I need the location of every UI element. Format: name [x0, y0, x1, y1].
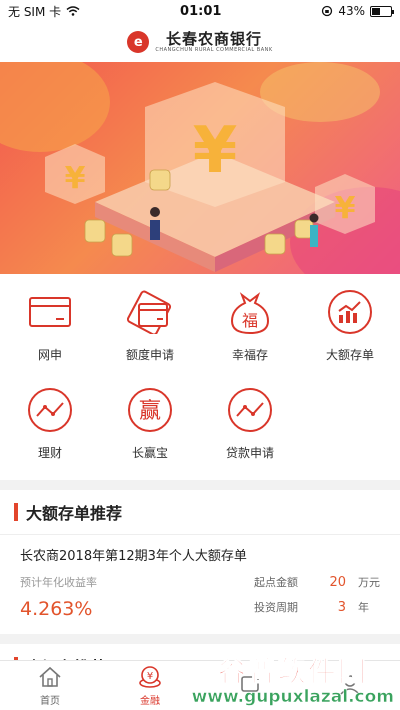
- period-value: 3: [337, 600, 346, 615]
- tab-1[interactable]: 首页: [0, 661, 100, 710]
- rate-label: 预计年化收益率: [20, 576, 97, 589]
- win-coin-icon: 赢: [126, 386, 174, 434]
- min-amount-unit: 万元: [358, 576, 380, 589]
- menu-item-2[interactable]: 额度申请: [100, 282, 200, 368]
- credit-card-icon: [126, 288, 174, 336]
- product-card[interactable]: 长农商2018年第12期3年个人大额存单 预计年化收益率 4.263% 起点金额…: [0, 535, 400, 634]
- clock: 01:01: [180, 3, 222, 19]
- min-amount-label: 起点金额: [254, 576, 298, 589]
- menu-grid: 网申 额度申请福幸福存 大额存单 理财赢长赢宝 贷款申请: [0, 282, 400, 466]
- menu-item-4[interactable]: 大额存单: [300, 282, 400, 368]
- trend-line-icon: [226, 386, 274, 434]
- menu-item-1[interactable]: 网申: [0, 282, 100, 368]
- svg-text:¥: ¥: [335, 191, 356, 226]
- svg-text:福: 福: [242, 311, 258, 330]
- menu-item-label: 额度申请: [125, 347, 174, 362]
- card-frame-icon: [26, 288, 74, 336]
- menu-item-label: 长赢宝: [131, 445, 168, 460]
- tab-2[interactable]: ¥ 金融: [100, 661, 200, 710]
- menu-item-label: 幸福存: [231, 347, 268, 362]
- bank-name: 长春农商银行: [165, 30, 262, 48]
- menu-item-label: 理财: [37, 445, 62, 460]
- promo-banner[interactable]: ¥ ¥ ¥: [0, 62, 400, 274]
- status-bar: 无 SIM 卡 01:01 43%: [0, 0, 400, 22]
- chart-up-icon: [326, 288, 374, 336]
- svg-text:¥: ¥: [65, 161, 86, 196]
- period-label: 投资周期: [254, 601, 298, 614]
- site-watermark: 谷普软件园 www.gupuxlazal.com: [191, 655, 394, 708]
- min-amount-value: 20: [329, 575, 346, 590]
- watermark-title: 谷普软件园: [217, 655, 368, 688]
- watermark-url: www.gupuxlazal.com: [191, 687, 394, 708]
- section-title: 大额存单推荐: [26, 504, 123, 523]
- svg-text:¥: ¥: [193, 114, 238, 188]
- app-header: e 长春农商银行 CHANGCHUN RURAL COMMERCIAL BANK: [0, 22, 400, 62]
- orientation-lock-icon: [322, 5, 333, 17]
- wifi-icon: [66, 6, 80, 16]
- tab-label: 金融: [140, 695, 160, 707]
- menu-item-5[interactable]: 理财: [0, 380, 100, 466]
- large-deposit-section: 大额存单推荐 长农商2018年第12期3年个人大额存单 预计年化收益率 4.26…: [0, 490, 400, 634]
- menu-item-label: 贷款申请: [225, 445, 274, 460]
- menu-item-3[interactable]: 福幸福存: [200, 282, 300, 368]
- tab-label: 首页: [40, 695, 60, 707]
- section-accent-bar: [14, 503, 18, 521]
- battery-level: [371, 7, 380, 15]
- battery-percent: 43%: [338, 4, 365, 18]
- menu-item-label: 网申: [37, 347, 62, 362]
- menu-grid-card: 网申 额度申请福幸福存 大额存单 理财赢长赢宝 贷款申请: [0, 274, 400, 480]
- carrier-label: 无 SIM 卡: [8, 4, 62, 19]
- rate-value: 4.263%: [20, 598, 93, 620]
- bank-name-en: CHANGCHUN RURAL COMMERCIAL BANK: [155, 47, 273, 53]
- home-icon: [37, 665, 63, 689]
- menu-item-6[interactable]: 赢长赢宝: [100, 380, 200, 466]
- fortune-bag-icon: 福: [226, 288, 274, 336]
- banner-illustration: ¥ ¥ ¥: [0, 62, 400, 274]
- period-unit: 年: [358, 601, 369, 614]
- trend-line-icon: [26, 386, 74, 434]
- yuan-coin-icon: ¥: [137, 665, 163, 689]
- menu-item-label: 大额存单: [325, 347, 374, 362]
- bank-logo-icon: e: [127, 31, 150, 53]
- svg-text:¥: ¥: [147, 671, 153, 682]
- product-name: 长农商2018年第12期3年个人大额存单: [20, 549, 247, 564]
- menu-item-7[interactable]: 贷款申请: [200, 380, 300, 466]
- battery-icon: [369, 5, 394, 17]
- svg-text:赢: 赢: [139, 399, 161, 424]
